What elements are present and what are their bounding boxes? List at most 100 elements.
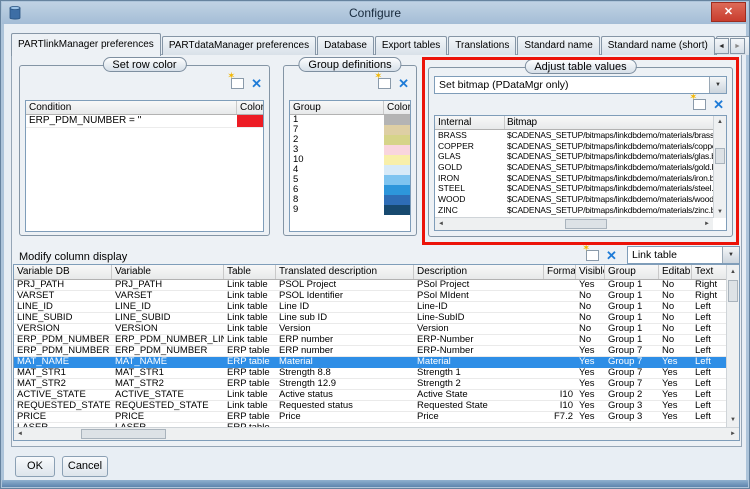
new-bitmap-icon[interactable]: ✶: [689, 93, 707, 110]
column-header-editable[interactable]: Editable: [659, 265, 692, 279]
scrollbar-thumb[interactable]: [728, 280, 738, 302]
table-row[interactable]: PRICE PRICE ERP table Price Price F7.2 Y…: [14, 412, 726, 423]
bitmap-horizontal-scrollbar[interactable]: ◄ ►: [435, 217, 713, 230]
title-bar[interactable]: Configure ✕: [2, 2, 748, 24]
column-header-group[interactable]: Group: [290, 101, 384, 114]
adjust-mode-dropdown[interactable]: Set bitmap (PDataMgr only) ▼: [434, 76, 727, 94]
bitmap-row[interactable]: BRASS $CADENAS_SETUP/bitmaps/linkdbdemo/…: [435, 130, 713, 141]
table-row[interactable]: MAT_NAME MAT_NAME ERP table Material Mat…: [14, 357, 726, 368]
visible-cell: No: [579, 291, 592, 301]
new-condition-icon[interactable]: ✶: [227, 72, 245, 89]
bitmap-vertical-scrollbar[interactable]: ▲ ▼: [713, 116, 726, 218]
column-header-group[interactable]: Group: [605, 265, 659, 279]
column-header-variable[interactable]: Variable: [112, 265, 224, 279]
table-select-dropdown[interactable]: Link table ▼: [627, 246, 740, 264]
dropdown-arrow-icon[interactable]: ▼: [709, 77, 726, 93]
column-header-format[interactable]: Format: [544, 265, 576, 279]
table-row[interactable]: MAT_STR1 MAT_STR1 ERP table Strength 8.8…: [14, 368, 726, 379]
tab[interactable]: PARTlinkManager preferences: [11, 33, 161, 56]
tab-scroll-left-icon[interactable]: ◄: [714, 38, 729, 54]
table-row[interactable]: MAT_STR2 MAT_STR2 ERP table Strength 12.…: [14, 379, 726, 390]
bitmap-row[interactable]: IRON $CADENAS_SETUP/bitmaps/linkdbdemo/m…: [435, 173, 713, 184]
bitmap-row[interactable]: GOLD $CADENAS_SETUP/bitmaps/linkdbdemo/m…: [435, 162, 713, 173]
scrollbar-thumb[interactable]: [715, 148, 725, 164]
scroll-down-icon[interactable]: ▼: [727, 414, 739, 426]
column-header-variable-db[interactable]: Variable DB: [14, 265, 112, 279]
delete-condition-icon[interactable]: ✕: [251, 77, 262, 90]
column-header-table[interactable]: Table: [224, 265, 276, 279]
column-header-description[interactable]: Description: [414, 265, 544, 279]
column-header-internal[interactable]: Internal: [435, 116, 505, 129]
bitmap-row[interactable]: GLAS $CADENAS_SETUP/bitmaps/linkdbdemo/m…: [435, 151, 713, 162]
new-column-icon[interactable]: ✶: [582, 244, 599, 261]
scrollbar-thumb[interactable]: [565, 219, 607, 229]
table-row[interactable]: ERP_PDM_NUMBER ERP_PDM_NUMBER_LINKTABLE …: [14, 335, 726, 346]
table-row[interactable]: PRJ_PATH PRJ_PATH Link table PSOL Projec…: [14, 280, 726, 291]
table-vertical-scrollbar[interactable]: ▲ ▼: [726, 265, 739, 427]
column-header-bitmap[interactable]: Bitmap: [505, 116, 713, 129]
table-row[interactable]: ERP_PDM_NUMBER ERP_PDM_NUMBER ERP table …: [14, 346, 726, 357]
scroll-down-icon[interactable]: ▼: [714, 206, 726, 218]
group-row[interactable]: 9: [290, 205, 410, 215]
bitmap-row[interactable]: ZINC $CADENAS_SETUP/bitmaps/linkdbdemo/m…: [435, 205, 713, 216]
table-row[interactable]: LINE_ID LINE_ID Link table Line ID Line-…: [14, 302, 726, 313]
dropdown-arrow-icon[interactable]: ▼: [722, 247, 739, 263]
group-row[interactable]: 6: [290, 185, 410, 195]
group-definition-rows: 1 7 2 3 10 4 5 6 8 9: [290, 115, 410, 215]
table-row[interactable]: VARSET VARSET Link table PSOL Identifier…: [14, 291, 726, 302]
group-row[interactable]: 8: [290, 195, 410, 205]
tab[interactable]: Translations: [448, 36, 517, 55]
group-row[interactable]: 3: [290, 145, 410, 155]
group-color-swatch: [384, 195, 410, 205]
column-header-condition[interactable]: Condition: [26, 101, 237, 114]
group-row[interactable]: 1: [290, 115, 410, 125]
table-row[interactable]: REQUESTED_STATE REQUESTED_STATE Link tab…: [14, 401, 726, 412]
delete-column-icon[interactable]: ✕: [606, 249, 617, 262]
scroll-up-icon[interactable]: ▲: [714, 116, 726, 128]
group-row[interactable]: 4: [290, 165, 410, 175]
condition-row[interactable]: ERP_PDM_NUMBER = '': [26, 115, 263, 128]
column-header-translated-description[interactable]: Translated description: [276, 265, 414, 279]
tab[interactable]: PARTdataManager preferences: [161, 36, 317, 55]
new-star-glyph: ✶: [582, 243, 591, 254]
column-header-color[interactable]: Color: [237, 101, 263, 114]
column-header-text[interactable]: Text: [692, 265, 726, 279]
group-row[interactable]: 7: [290, 125, 410, 135]
bitmap-row[interactable]: COPPER $CADENAS_SETUP/bitmaps/linkdbdemo…: [435, 141, 713, 152]
modify-column-display-label: Modify column display: [19, 251, 128, 263]
editable-cell: No: [662, 291, 675, 301]
table-row[interactable]: VERSION VERSION Link table Version Versi…: [14, 324, 726, 335]
editable-cell: Yes: [662, 390, 678, 400]
close-button[interactable]: ✕: [711, 2, 746, 22]
table-row[interactable]: ACTIVE_STATE ACTIVE_STATE Link table Act…: [14, 390, 726, 401]
scroll-left-icon[interactable]: ◄: [435, 218, 447, 230]
column-display-table: Variable DB Variable Table Translated de…: [13, 264, 740, 441]
bitmap-row[interactable]: STEEL $CADENAS_SETUP/bitmaps/linkdbdemo/…: [435, 183, 713, 194]
cancel-button[interactable]: Cancel: [62, 456, 108, 477]
column-header-visible[interactable]: Visible: [576, 265, 605, 279]
bitmap-row[interactable]: WOOD $CADENAS_SETUP/bitmaps/linkdbdemo/m…: [435, 194, 713, 205]
scroll-left-icon[interactable]: ◄: [14, 428, 26, 440]
tab-scroll-right-icon[interactable]: ►: [730, 38, 745, 54]
tab[interactable]: Standard name (short): [600, 36, 715, 55]
delete-group-icon[interactable]: ✕: [398, 77, 409, 90]
delete-bitmap-icon[interactable]: ✕: [713, 98, 724, 111]
table-horizontal-scrollbar[interactable]: ◄ ►: [14, 427, 739, 440]
group-row[interactable]: 2: [290, 135, 410, 145]
table-row[interactable]: LINE_SUBID LINE_SUBID Link table Line su…: [14, 313, 726, 324]
group-number: 5: [293, 175, 299, 185]
group-row[interactable]: 10: [290, 155, 410, 165]
column-display-rows: PRJ_PATH PRJ_PATH Link table PSOL Projec…: [14, 280, 726, 423]
new-group-icon[interactable]: ✶: [374, 72, 392, 89]
tab[interactable]: Standard name: [517, 36, 600, 55]
scrollbar-thumb[interactable]: [81, 429, 166, 439]
column-header-color[interactable]: Color: [384, 101, 410, 114]
scroll-up-icon[interactable]: ▲: [727, 266, 739, 278]
ok-button[interactable]: OK: [15, 456, 55, 477]
scroll-right-icon[interactable]: ►: [727, 428, 739, 440]
scroll-right-icon[interactable]: ►: [701, 218, 713, 230]
tab[interactable]: Database: [317, 36, 374, 55]
tab-label: Database: [324, 40, 367, 51]
tab[interactable]: Export tables: [374, 36, 448, 55]
group-row[interactable]: 5: [290, 175, 410, 185]
